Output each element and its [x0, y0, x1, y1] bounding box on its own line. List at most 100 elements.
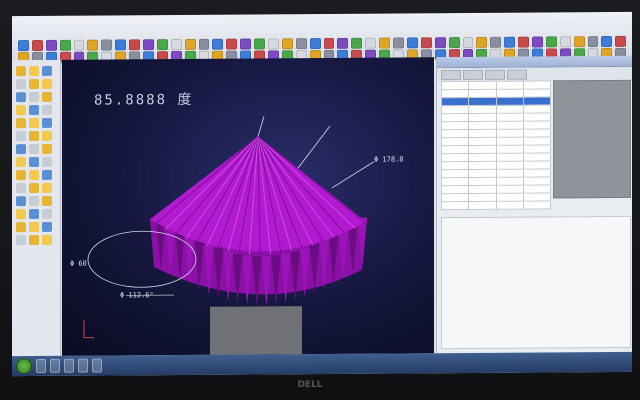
toolbar-icon[interactable] — [490, 36, 502, 48]
tool-icon[interactable] — [29, 208, 39, 220]
toolbar-icon[interactable] — [73, 39, 85, 51]
toolbar-icon[interactable] — [198, 38, 210, 50]
tool-icon[interactable] — [42, 221, 52, 232]
toolbar-icon[interactable] — [545, 35, 557, 47]
tool-icon[interactable] — [16, 235, 26, 246]
toolbar-icon[interactable] — [115, 38, 127, 50]
toolbar-icon[interactable] — [87, 39, 99, 51]
toolbar-icon[interactable] — [615, 35, 627, 47]
tool-icon[interactable] — [29, 169, 39, 181]
toolbar-icon[interactable] — [254, 37, 266, 49]
toolbar-icon[interactable] — [518, 36, 529, 48]
tool-icon[interactable] — [42, 234, 52, 245]
toolbar-icon[interactable] — [351, 37, 363, 49]
tool-icon[interactable] — [16, 144, 26, 155]
toolbar-icon[interactable] — [448, 36, 460, 48]
panel-tool[interactable] — [463, 69, 483, 81]
toolbar-icon[interactable] — [18, 39, 29, 51]
toolbar-icon[interactable] — [393, 36, 404, 49]
tool-icon[interactable] — [42, 143, 52, 154]
tool-icon[interactable] — [29, 221, 39, 233]
taskbar-button-5[interactable] — [92, 358, 102, 373]
panel-tool[interactable] — [485, 69, 505, 80]
tool-icon[interactable] — [42, 169, 52, 180]
table-row[interactable] — [441, 200, 551, 210]
tool-icon[interactable] — [42, 117, 52, 128]
3d-viewport[interactable]: 85.8888 度 Φ 178.8 Φ 60 Φ 112.6° — [62, 57, 434, 356]
toolbar-icon[interactable] — [156, 38, 168, 50]
taskbar-button-3[interactable] — [64, 358, 74, 373]
toolbar-icon[interactable] — [212, 38, 224, 50]
taskbar-button-2[interactable] — [50, 358, 60, 373]
tool-icon[interactable] — [16, 66, 26, 77]
tool-icon[interactable] — [42, 195, 52, 206]
toolbar-icon[interactable] — [129, 38, 141, 50]
toolbar-icon[interactable] — [226, 38, 238, 50]
tool-icon[interactable] — [42, 65, 52, 76]
taskbar-button-4[interactable] — [78, 358, 88, 373]
toolbar-icon[interactable] — [365, 37, 377, 49]
tool-icon[interactable] — [42, 182, 52, 193]
tool-icon[interactable] — [16, 118, 26, 129]
taskbar-button-1[interactable] — [36, 358, 46, 373]
tool-icon[interactable] — [42, 130, 52, 141]
tool-icon[interactable] — [29, 234, 39, 246]
tool-icon[interactable] — [42, 208, 52, 219]
toolbar-icon[interactable] — [573, 35, 585, 47]
tool-icon[interactable] — [42, 156, 52, 167]
toolbar-icon[interactable] — [531, 35, 543, 48]
tool-icon[interactable] — [29, 78, 39, 90]
toolbar-icon[interactable] — [476, 36, 488, 48]
tool-icon[interactable] — [29, 182, 39, 194]
tool-icon[interactable] — [16, 170, 26, 181]
toolbar-icon[interactable] — [240, 37, 252, 50]
toolbar-icon[interactable] — [406, 36, 418, 48]
tool-icon[interactable] — [16, 157, 26, 168]
tool-icon[interactable] — [42, 91, 52, 102]
toolbar-icon[interactable] — [323, 37, 335, 49]
panel-tool[interactable] — [507, 69, 527, 80]
toolbar-icon[interactable] — [295, 37, 307, 49]
tool-icon[interactable] — [16, 183, 26, 194]
toolbar-icon[interactable] — [337, 37, 349, 49]
toolbar-icon[interactable] — [587, 35, 599, 47]
toolbar-icon[interactable] — [184, 38, 196, 50]
tool-icon[interactable] — [16, 196, 26, 207]
tool-icon[interactable] — [29, 130, 39, 142]
tool-icon[interactable] — [29, 156, 39, 168]
toolbar-icon[interactable] — [170, 38, 182, 50]
tool-icon[interactable] — [29, 91, 39, 103]
toolbar-icon[interactable] — [420, 36, 432, 48]
tool-icon[interactable] — [16, 131, 26, 142]
toolbar-icon[interactable] — [434, 36, 446, 48]
toolbar-icon[interactable] — [31, 39, 43, 51]
tool-icon[interactable] — [16, 92, 26, 103]
tool-icon[interactable] — [29, 143, 39, 155]
start-button[interactable] — [16, 358, 32, 375]
tool-icon[interactable] — [29, 195, 39, 207]
toolbar-icon[interactable] — [559, 35, 571, 47]
toolbar-icon[interactable] — [59, 39, 71, 51]
toolbar-icon[interactable] — [281, 37, 293, 49]
tool-icon[interactable] — [16, 79, 26, 90]
toolbar-icon[interactable] — [309, 37, 321, 49]
tool-icon[interactable] — [29, 65, 39, 77]
tool-icon[interactable] — [29, 104, 39, 116]
panel-tool[interactable] — [441, 70, 461, 81]
tool-icon[interactable] — [29, 117, 39, 129]
tool-icon[interactable] — [16, 222, 26, 233]
toolbar-icon[interactable] — [601, 35, 613, 47]
table-cell — [441, 89, 469, 98]
toolbar-icon[interactable] — [462, 36, 474, 48]
toolbar-icon[interactable] — [143, 38, 154, 50]
toolbar-icon[interactable] — [101, 38, 113, 51]
tool-icon[interactable] — [16, 209, 26, 220]
toolbar-icon[interactable] — [379, 37, 391, 49]
toolbar-icon[interactable] — [45, 39, 57, 51]
tool-icon[interactable] — [16, 105, 26, 116]
tool-icon[interactable] — [42, 78, 52, 89]
toolbar-icon[interactable] — [504, 36, 516, 48]
toolbar-icon[interactable] — [268, 37, 279, 49]
tool-icon[interactable] — [42, 104, 52, 115]
leader-line-2 — [331, 161, 375, 189]
